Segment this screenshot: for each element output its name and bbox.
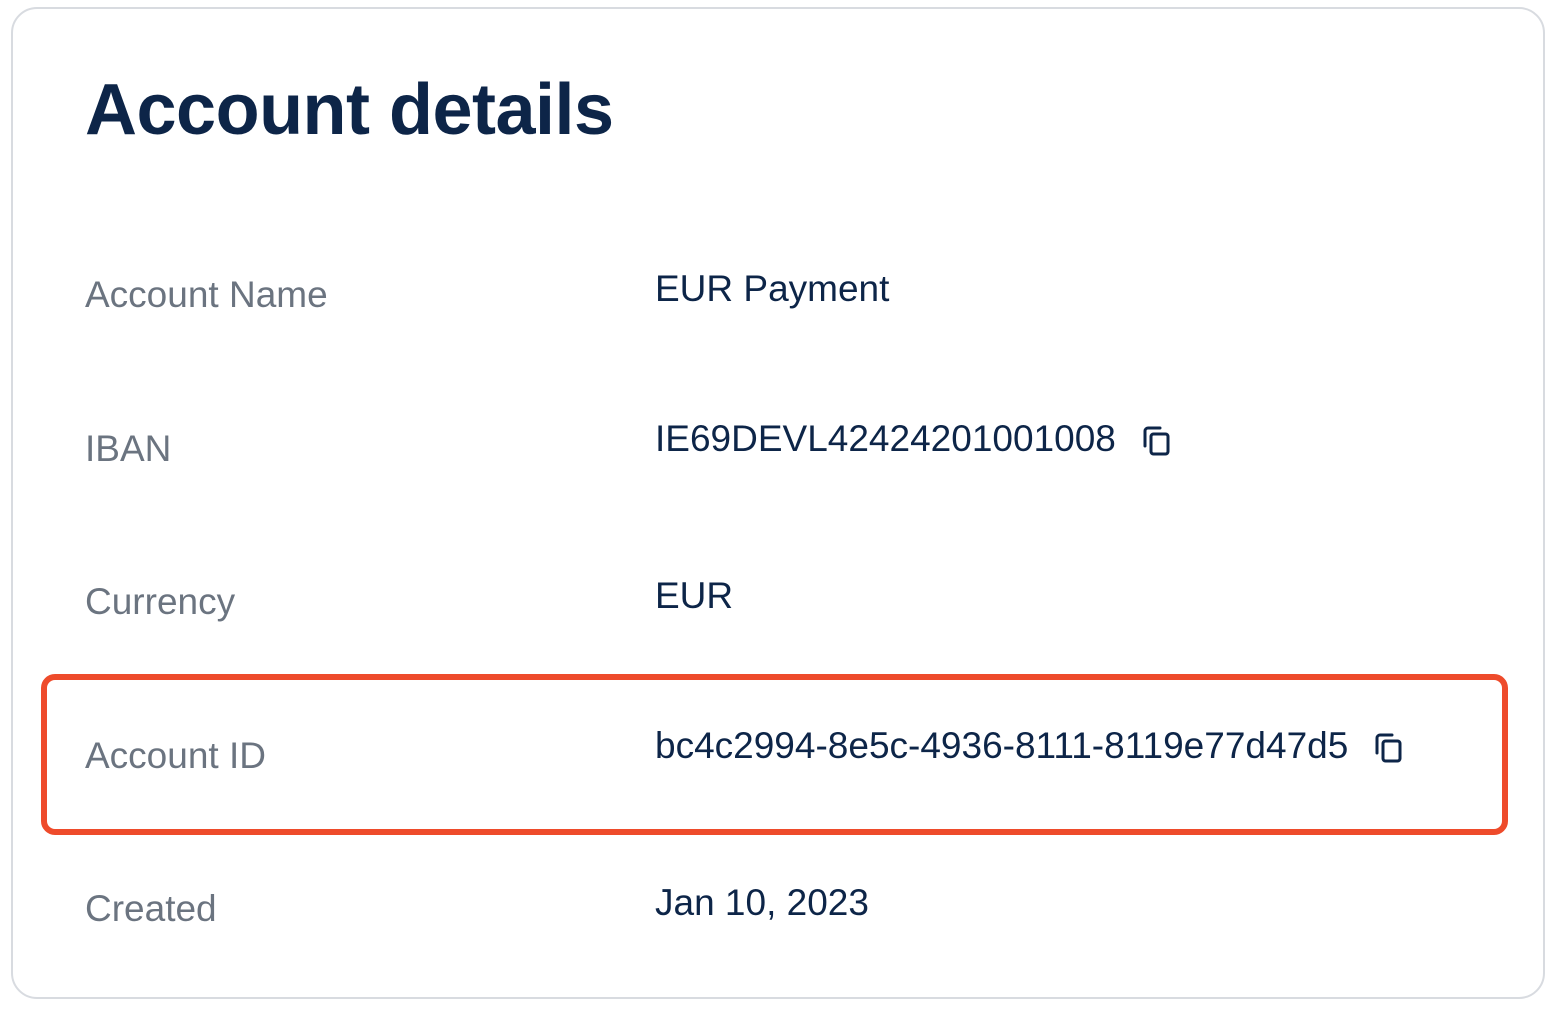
detail-label: Currency bbox=[85, 581, 236, 622]
detail-row-created: Created Jan 10, 2023 bbox=[13, 879, 1543, 939]
copy-iban-button[interactable] bbox=[1136, 421, 1176, 461]
detail-row-account-name: Account Name EUR Payment bbox=[13, 265, 1543, 325]
copy-account-id-button[interactable] bbox=[1368, 728, 1408, 768]
detail-value-wrap: IE69DEVL42424201001008 bbox=[655, 409, 1176, 469]
detail-label: Account ID bbox=[85, 735, 266, 776]
detail-row-iban: IBAN IE69DEVL42424201001008 bbox=[13, 418, 1543, 479]
currency-value: EUR bbox=[655, 575, 734, 616]
detail-value-wrap: Jan 10, 2023 bbox=[655, 873, 869, 933]
copy-icon bbox=[1143, 426, 1170, 456]
detail-label: IBAN bbox=[85, 428, 172, 469]
account-name-value: EUR Payment bbox=[655, 268, 890, 309]
detail-value-wrap: bc4c2994-8e5c-4936-8111-8119e77d47d5 bbox=[655, 716, 1408, 776]
detail-label: Created bbox=[85, 888, 217, 929]
detail-row-currency: Currency EUR bbox=[13, 572, 1543, 632]
detail-label: Account Name bbox=[85, 274, 328, 315]
detail-value-wrap: EUR Payment bbox=[655, 259, 889, 319]
created-value: Jan 10, 2023 bbox=[655, 882, 869, 923]
page-title: Account details bbox=[85, 70, 614, 150]
detail-value-wrap: EUR bbox=[655, 566, 733, 626]
account-details-card: Account details Account Name EUR Payment… bbox=[11, 7, 1545, 999]
account-id-value: bc4c2994-8e5c-4936-8111-8119e77d47d5 bbox=[655, 725, 1349, 766]
iban-value: IE69DEVL42424201001008 bbox=[655, 418, 1116, 459]
copy-icon bbox=[1375, 733, 1402, 763]
detail-row-account-id: Account ID bc4c2994-8e5c-4936-8111-8119e… bbox=[13, 725, 1543, 786]
